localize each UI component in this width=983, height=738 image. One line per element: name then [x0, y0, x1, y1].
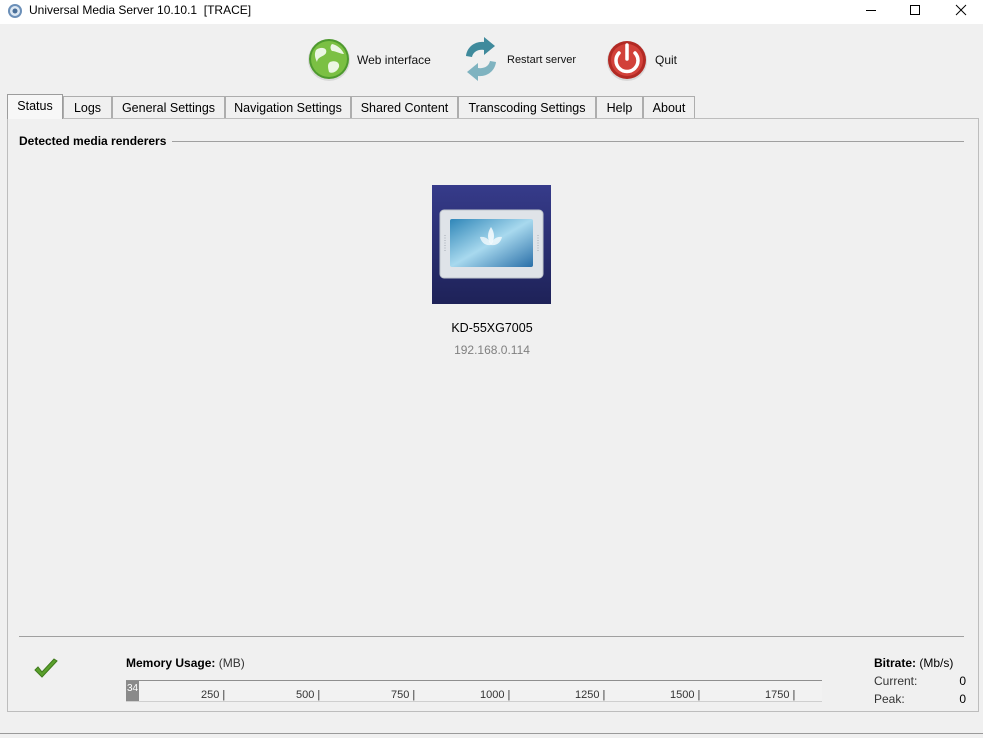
- memory-unit: (MB): [218, 656, 245, 670]
- memory-tick: 1500 |: [670, 689, 701, 701]
- memory-tick: 750 |: [391, 689, 416, 701]
- detected-renderers-title: Detected media renderers: [19, 134, 173, 148]
- tab-navigation-settings[interactable]: Navigation Settings: [225, 96, 351, 118]
- bitrate-unit: (Mb/s): [919, 656, 954, 670]
- tab-shared-content[interactable]: Shared Content: [351, 96, 458, 118]
- checkmark-icon: [34, 658, 58, 678]
- bitrate-label: Bitrate: (Mb/s): [874, 656, 953, 670]
- tab-general-settings[interactable]: General Settings: [112, 96, 225, 118]
- bitrate-current-label: Current:: [874, 674, 918, 688]
- tab-status[interactable]: Status: [7, 94, 63, 119]
- memory-tick: 250 |: [201, 689, 226, 701]
- renderer-ip: 192.168.0.114: [454, 343, 530, 357]
- tab-logs[interactable]: Logs: [63, 96, 112, 118]
- restart-server-button[interactable]: Restart server: [460, 36, 585, 84]
- memory-used-value: 34: [127, 683, 139, 694]
- maximize-button[interactable]: [892, 0, 938, 22]
- restart-server-label: Restart server: [507, 54, 577, 66]
- memory-label-text: Memory Usage:: [126, 656, 216, 670]
- memory-tick: 1750 |: [765, 689, 796, 701]
- status-panel: Detected media renderers KD-55XG7005 192…: [7, 118, 979, 712]
- main-toolbar: Web interface Restart server Quit: [0, 24, 983, 92]
- tab-about[interactable]: About: [643, 96, 695, 118]
- quit-label: Quit: [655, 53, 678, 67]
- refresh-icon: [466, 37, 496, 81]
- tab-help[interactable]: Help: [596, 96, 643, 118]
- window-bottom-edge: [0, 733, 983, 738]
- title-bar: Universal Media Server 10.10.1 [TRACE]: [0, 0, 983, 24]
- bitrate-peak-label: Peak:: [874, 692, 905, 706]
- minimize-icon: [866, 10, 876, 11]
- power-icon: [607, 41, 647, 81]
- minimize-button[interactable]: [848, 0, 894, 22]
- bitrate-peak-row: Peak: 0: [874, 692, 966, 706]
- memory-tick: 1000 |: [480, 689, 511, 701]
- memory-usage-fill: 34: [126, 681, 139, 701]
- web-interface-button[interactable]: Web interface: [306, 36, 436, 84]
- bitrate-current-row: Current: 0: [874, 674, 966, 688]
- window-title: Universal Media Server 10.10.1 [TRACE]: [29, 3, 252, 17]
- maximize-icon: [910, 5, 920, 15]
- close-button[interactable]: [938, 0, 983, 22]
- globe-icon: [308, 39, 350, 81]
- renderer-device-image: [432, 185, 551, 304]
- tab-transcoding-settings[interactable]: Transcoding Settings: [458, 96, 596, 118]
- bitrate-label-text: Bitrate:: [874, 656, 917, 670]
- memory-usage-label: Memory Usage: (MB): [126, 656, 245, 670]
- bottom-divider: [19, 636, 964, 637]
- bitrate-current-value: 0: [959, 674, 966, 688]
- renderer-name: KD-55XG7005: [451, 321, 533, 335]
- close-icon: [955, 4, 967, 16]
- web-interface-label: Web interface: [357, 53, 431, 67]
- memory-tick: 1250 |: [575, 689, 606, 701]
- memory-usage-bar: 34 250 | 500 | 750 | 1000 | 1250 | 1500 …: [126, 680, 822, 702]
- memory-tick: 500 |: [296, 689, 321, 701]
- bitrate-peak-value: 0: [959, 692, 966, 706]
- app-logo-icon: [7, 3, 23, 19]
- quit-button[interactable]: Quit: [605, 36, 685, 84]
